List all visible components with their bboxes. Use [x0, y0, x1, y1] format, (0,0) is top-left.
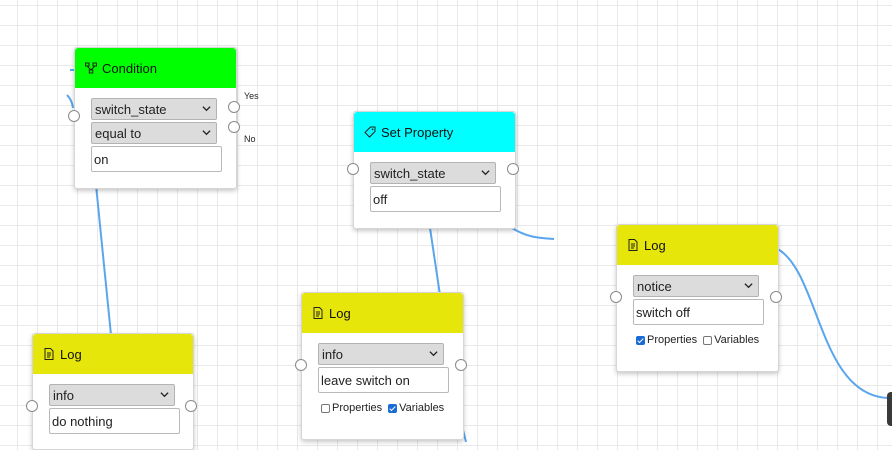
- condition-value-text: on: [94, 151, 109, 167]
- chevron-down-icon: [202, 106, 211, 112]
- condition-title: Condition: [102, 60, 157, 76]
- document-icon: [627, 239, 639, 251]
- condition-property-value: switch_state: [95, 101, 167, 117]
- condition-operator-value: equal to: [95, 125, 142, 141]
- wire-log-off-out: [775, 247, 889, 399]
- wire-set-property-to-log-leave: [429, 227, 441, 296]
- log-output-port[interactable]: [455, 359, 467, 371]
- log-title: Log: [644, 237, 666, 253]
- properties-checkbox[interactable]: [636, 335, 645, 345]
- condition-input-port[interactable]: [68, 110, 80, 122]
- flow-branch-icon: [85, 62, 97, 74]
- log-message-text: switch off: [636, 304, 690, 320]
- set-property-property-select[interactable]: switch_state: [370, 162, 496, 184]
- log-level-value: info: [53, 387, 74, 403]
- properties-checkbox-label: Properties: [332, 402, 383, 414]
- log-output-port[interactable]: [185, 400, 197, 412]
- condition-yes-label: Yes: [244, 91, 259, 101]
- properties-checkbox-label: Properties: [647, 334, 698, 346]
- log-message-text: leave switch on: [321, 372, 410, 388]
- log-include-options: Properties Variables: [321, 402, 450, 414]
- condition-no-label: No: [244, 134, 256, 144]
- set-property-title: Set Property: [381, 124, 454, 140]
- log-input-port[interactable]: [610, 291, 622, 303]
- set-property-value-input[interactable]: off: [370, 186, 501, 212]
- log-message-input[interactable]: do nothing: [49, 408, 180, 434]
- chevron-down-icon: [481, 170, 490, 176]
- document-icon: [43, 348, 55, 360]
- wire-condition-to-log-nothing: [95, 184, 112, 336]
- log-level-select[interactable]: info: [49, 384, 175, 406]
- chevron-down-icon: [429, 351, 438, 357]
- log-node-leave-switch-on[interactable]: Log info leave switch on Properties Vari…: [295, 292, 467, 440]
- log-node-header[interactable]: Log: [302, 293, 463, 333]
- condition-no-port[interactable]: [228, 121, 240, 133]
- log-message-text: do nothing: [52, 413, 113, 429]
- set-property-property-value: switch_state: [374, 165, 446, 181]
- wire-condition-input-stub: [66, 94, 74, 109]
- log-message-input[interactable]: switch off: [633, 299, 764, 325]
- log-level-value: info: [322, 346, 343, 362]
- set-property-node-header[interactable]: Set Property: [354, 112, 515, 152]
- log-level-select[interactable]: info: [318, 343, 444, 365]
- log-input-port[interactable]: [26, 400, 38, 412]
- set-property-value-text: off: [373, 191, 388, 207]
- set-property-input-port[interactable]: [347, 163, 359, 175]
- condition-node-header[interactable]: Condition: [75, 48, 236, 88]
- chevron-down-icon: [744, 283, 753, 289]
- variables-checkbox-label: Variables: [714, 334, 760, 346]
- condition-node[interactable]: Condition switch_state equal to on: [68, 47, 240, 189]
- log-node-header[interactable]: Log: [33, 334, 193, 374]
- log-include-options: Properties Variables: [636, 334, 765, 346]
- log-level-value: notice: [637, 278, 672, 294]
- tag-icon: [364, 126, 376, 138]
- log-title: Log: [60, 346, 82, 362]
- log-level-select[interactable]: notice: [633, 275, 759, 297]
- log-title: Log: [329, 305, 351, 321]
- document-icon: [312, 307, 324, 319]
- condition-yes-port[interactable]: [228, 101, 240, 113]
- variables-checkbox-label: Variables: [399, 402, 445, 414]
- log-message-input[interactable]: leave switch on: [318, 367, 449, 393]
- wire-set-property-out: [511, 227, 555, 240]
- variables-checkbox[interactable]: [703, 335, 713, 345]
- variables-checkbox[interactable]: [388, 403, 398, 413]
- set-property-node[interactable]: Set Property switch_state off: [347, 111, 519, 229]
- chevron-down-icon: [202, 130, 211, 136]
- properties-checkbox[interactable]: [321, 403, 330, 413]
- condition-value-input[interactable]: on: [91, 146, 222, 172]
- condition-operator-select[interactable]: equal to: [91, 122, 217, 144]
- log-node-header[interactable]: Log: [617, 225, 778, 265]
- log-output-port[interactable]: [770, 291, 782, 303]
- chevron-down-icon: [160, 392, 169, 398]
- set-property-output-port[interactable]: [507, 163, 519, 175]
- offscreen-node-edge[interactable]: [887, 392, 892, 426]
- log-node-do-nothing[interactable]: Log info do nothing: [26, 333, 197, 450]
- condition-property-select[interactable]: switch_state: [91, 98, 217, 120]
- log-input-port[interactable]: [295, 359, 307, 371]
- log-node-switch-off[interactable]: Log notice switch off Properties Variabl…: [610, 224, 782, 372]
